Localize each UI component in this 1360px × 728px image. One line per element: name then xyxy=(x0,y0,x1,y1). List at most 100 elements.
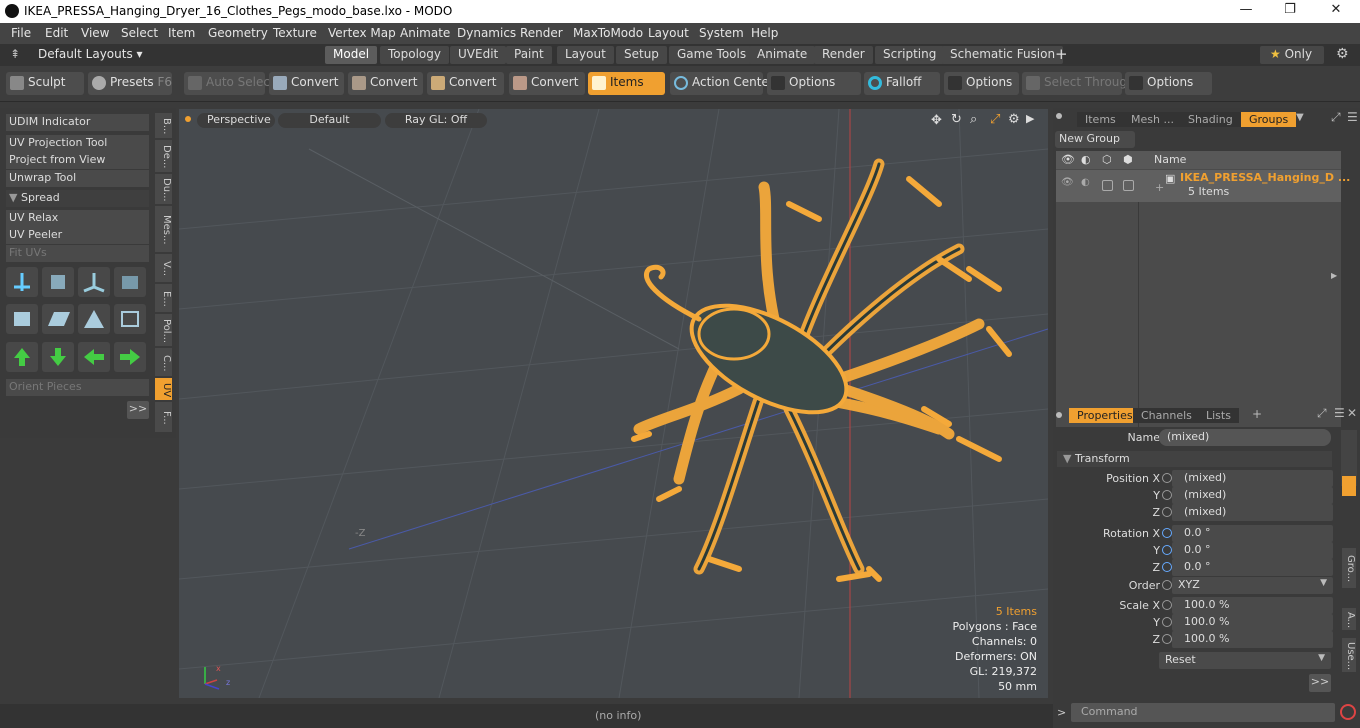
menu-animate[interactable]: Animate xyxy=(400,26,450,40)
rotation-y-anim-dot[interactable] xyxy=(1162,545,1172,555)
expand-plus-icon[interactable]: + xyxy=(1155,181,1164,194)
uv-move-tool-icon[interactable] xyxy=(6,267,38,297)
scale-x-field[interactable]: 100.0 % xyxy=(1172,597,1333,614)
scale-y-field[interactable]: 100.0 % xyxy=(1172,614,1333,631)
action-center-button[interactable]: Action Center xyxy=(670,72,774,95)
convert-polygon-button[interactable]: Convert xyxy=(427,72,504,95)
falloff-button[interactable]: Falloff xyxy=(864,72,940,95)
position-z-field[interactable]: (mixed) xyxy=(1172,504,1333,521)
rotation-y-field[interactable]: 0.0 ° xyxy=(1172,542,1333,559)
tab-layout[interactable]: Layout xyxy=(557,46,614,64)
tab-topology[interactable]: Topology xyxy=(380,46,449,64)
cube-solid-icon[interactable]: ⬢ xyxy=(1123,153,1133,166)
add-properties-tab[interactable]: + xyxy=(1252,407,1262,421)
tab-uvedit[interactable]: UVEdit xyxy=(450,46,507,64)
viewport-expand-icon[interactable]: ▶ xyxy=(1026,112,1034,125)
maximize-button[interactable]: ❐ xyxy=(1280,2,1300,17)
viewport-options-dot[interactable] xyxy=(185,116,191,122)
clothes-dryer-model[interactable] xyxy=(631,158,1012,582)
select-through-options-button[interactable]: Options xyxy=(1125,72,1212,95)
rotation-z-anim-dot[interactable] xyxy=(1162,562,1172,572)
eye-icon[interactable]: 👁 xyxy=(1061,153,1075,166)
menu-system[interactable]: System xyxy=(699,26,744,40)
rotate-view-icon[interactable]: ↻ xyxy=(951,112,962,127)
uv-grid-map-icon[interactable] xyxy=(114,304,146,334)
vtab-curve[interactable]: C... xyxy=(155,348,172,376)
uv-box-tool-icon[interactable] xyxy=(114,267,146,297)
minimize-button[interactable]: — xyxy=(1236,2,1256,17)
menu-select[interactable]: Select xyxy=(121,26,158,40)
arrow-up-icon[interactable] xyxy=(6,342,38,372)
udim-indicator-button[interactable]: UDIM Indicator xyxy=(6,114,149,131)
add-tab-button[interactable]: + xyxy=(1055,45,1068,63)
tab-game-tools[interactable]: Game Tools xyxy=(669,46,755,64)
panel-maximize-icon[interactable]: ⤢ xyxy=(1331,110,1341,125)
menu-file[interactable]: File xyxy=(11,26,31,40)
vtab-mesh[interactable]: Mes... xyxy=(155,206,172,252)
arrow-left-icon[interactable] xyxy=(78,342,110,372)
uv-plane-map-icon[interactable] xyxy=(42,304,74,334)
spread-section[interactable]: ▼ Spread xyxy=(6,190,149,207)
close-button[interactable]: ✕ xyxy=(1326,2,1346,17)
more-tools-button[interactable]: >> xyxy=(127,401,149,419)
vtab-vertex[interactable]: V... xyxy=(155,254,172,282)
tab-mesh[interactable]: Mesh ... xyxy=(1123,112,1182,127)
layout-arrow-icon[interactable]: ⇞ xyxy=(10,47,20,61)
shading-default-dropdown[interactable]: Default xyxy=(278,113,381,128)
vtab-deform[interactable]: De... xyxy=(155,140,172,172)
vtab-user[interactable]: Use... xyxy=(1342,638,1356,672)
menu-render[interactable]: Render xyxy=(520,26,563,40)
menu-texture[interactable]: Texture xyxy=(273,26,317,40)
arrow-right-icon[interactable] xyxy=(114,342,146,372)
transform-section[interactable]: ▼ Transform xyxy=(1057,451,1332,467)
vtab-duplicate[interactable]: Du... xyxy=(155,174,172,204)
vtab-edge[interactable]: E... xyxy=(155,284,172,312)
position-x-anim-dot[interactable] xyxy=(1162,473,1172,483)
properties-maximize-icon[interactable]: ⤢ xyxy=(1317,406,1327,421)
scale-y-anim-dot[interactable] xyxy=(1162,617,1172,627)
group-row[interactable]: 👁 ◐ + ▣ IKEA_PRESSA_Hanging_D ... 5 Item… xyxy=(1056,170,1350,202)
panel-options-dot[interactable] xyxy=(1056,113,1062,119)
reset-dropdown[interactable]: Reset ▼ xyxy=(1159,652,1331,669)
lock-icon[interactable]: ◐ xyxy=(1081,153,1091,166)
menu-maxtomodo[interactable]: MaxToModo xyxy=(573,26,643,40)
move-view-icon[interactable]: ✥ xyxy=(931,113,942,128)
tab-setup[interactable]: Setup xyxy=(616,46,667,64)
order-anim-dot[interactable] xyxy=(1162,580,1172,590)
menu-layout[interactable]: Layout xyxy=(648,26,689,40)
menu-item[interactable]: Item xyxy=(168,26,195,40)
vtab-polygon[interactable]: Pol... xyxy=(155,314,172,346)
scroll-arrow-icon[interactable]: ▶ xyxy=(1331,271,1337,280)
tab-render[interactable]: Render xyxy=(814,46,873,64)
tab-paint[interactable]: Paint xyxy=(506,46,552,64)
convert-vertex-button[interactable]: Convert xyxy=(269,72,344,95)
select-through-button[interactable]: Select Through xyxy=(1022,72,1135,95)
vtab-basic[interactable]: B... xyxy=(155,113,172,138)
menu-geometry[interactable]: Geometry xyxy=(208,26,268,40)
uv-rotate-tool-icon[interactable] xyxy=(42,267,74,297)
vtab-assembly[interactable]: A... xyxy=(1342,608,1356,630)
menu-edit[interactable]: Edit xyxy=(45,26,68,40)
scale-z-field[interactable]: 100.0 % xyxy=(1172,631,1333,648)
order-dropdown[interactable]: XYZ ▼ xyxy=(1172,577,1333,594)
convert-edge-button[interactable]: Convert xyxy=(348,72,423,95)
rotation-x-anim-dot[interactable] xyxy=(1162,528,1172,538)
fit-view-icon[interactable]: ⤢ xyxy=(990,112,1000,127)
menu-help[interactable]: Help xyxy=(751,26,778,40)
uv-pyramid-map-icon[interactable] xyxy=(78,304,110,334)
row-eye-icon[interactable]: 👁 xyxy=(1061,177,1074,188)
tab-channels[interactable]: Channels xyxy=(1133,408,1200,423)
rotation-z-field[interactable]: 0.0 ° xyxy=(1172,559,1333,576)
uv-projection-tool-button[interactable]: UV Projection Tool xyxy=(6,135,149,152)
vtab-uv[interactable]: UV xyxy=(155,378,172,400)
presets-button[interactable]: Presets F6 xyxy=(88,72,172,95)
tab-groups[interactable]: Groups xyxy=(1241,112,1297,127)
3d-viewport[interactable]: -Z x z Perspective Default Ray GL: Off ✥… xyxy=(179,109,1048,698)
row-select-checkbox[interactable] xyxy=(1123,180,1134,191)
uv-peeler-button[interactable]: UV Peeler xyxy=(6,227,149,244)
record-macro-icon[interactable] xyxy=(1340,704,1356,720)
uv-cube-map-icon[interactable] xyxy=(6,304,38,334)
side-tab-active[interactable] xyxy=(1342,476,1356,496)
tab-model[interactable]: Model xyxy=(325,46,378,64)
arrow-down-icon[interactable] xyxy=(42,342,74,372)
